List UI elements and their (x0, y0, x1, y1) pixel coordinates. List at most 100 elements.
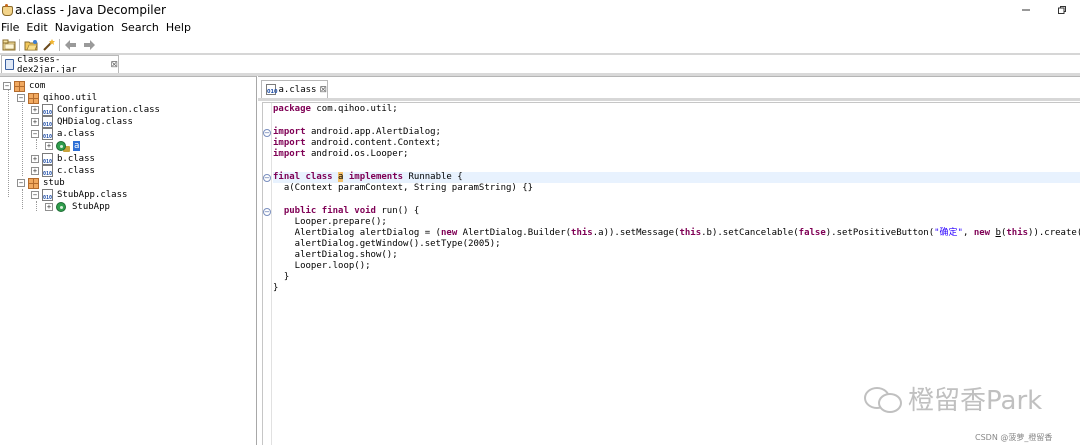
tree-guide-line (22, 101, 23, 176)
csdn-credit: CSDN @菠萝_橙留香 (975, 433, 1053, 442)
collapse-icon[interactable]: − (17, 179, 25, 187)
tab-a-class[interactable]: a.class ⊠ (261, 80, 328, 98)
tree-node-b-class[interactable]: + b.class (31, 153, 95, 165)
fold-icon[interactable]: − (263, 208, 271, 216)
tree-node-label: Configuration.class (57, 105, 160, 115)
code-line: AlertDialog alertDialog = (new AlertDial… (273, 228, 1080, 238)
close-icon[interactable]: ⊠ (110, 60, 118, 70)
toolbar-separator (59, 38, 60, 51)
jar-tab-label: classes-dex2jar.jar (17, 54, 77, 75)
window-controls (1008, 0, 1080, 20)
expand-icon[interactable]: + (31, 106, 39, 114)
wand-button[interactable] (41, 38, 56, 52)
tree-guide-line (8, 89, 9, 197)
tree-node-com[interactable]: − com (3, 80, 45, 92)
fold-icon[interactable]: − (263, 129, 271, 137)
code-line: import android.app.AlertDialog; (273, 127, 441, 137)
editor-tab-divider (258, 98, 1080, 101)
class-icon (56, 141, 66, 151)
fold-icon[interactable]: − (263, 174, 271, 182)
open-file-button[interactable] (1, 38, 16, 52)
class-file-icon (42, 116, 53, 128)
tree-node-label: stub (43, 178, 65, 188)
code-line-class-declaration: final class a implements Runnable { (273, 172, 1080, 183)
menu-file[interactable]: File (0, 20, 19, 35)
tree-node-qhdialog-class[interactable]: + QHDialog.class (31, 116, 133, 128)
tree-node-stub[interactable]: − stub (17, 177, 65, 189)
class-file-icon (42, 128, 53, 140)
wand-icon (42, 38, 55, 51)
tree-node-stubapp[interactable]: + StubApp (45, 201, 110, 213)
tree-node-c-class[interactable]: + c.class (31, 165, 95, 177)
tree-node-label: QHDialog.class (57, 117, 133, 127)
toolbar (0, 36, 1080, 53)
tree-node-a-class[interactable]: − a.class (31, 128, 95, 140)
menu-edit[interactable]: Edit (25, 20, 47, 35)
collapse-icon[interactable]: − (17, 94, 25, 102)
title-bar: a.class - Java Decompiler (0, 0, 1080, 20)
toolbar-separator (19, 38, 20, 51)
code-text: alertDialog.getWindow().setType(2005); (273, 239, 501, 249)
code-line: } (273, 283, 278, 294)
tree-guide-line (36, 139, 37, 149)
fold-gutter: − − − (263, 103, 272, 445)
code-line: Looper.prepare(); (273, 217, 387, 228)
tree-node-label: a.class (57, 129, 95, 139)
code-line: } (273, 272, 289, 283)
code-text: } (273, 272, 290, 282)
tree-node-qihoo-util[interactable]: − qihoo.util (17, 92, 97, 104)
class-file-icon (42, 104, 53, 116)
restore-button[interactable] (1044, 0, 1080, 20)
collapse-icon[interactable]: − (31, 130, 39, 138)
class-file-icon (42, 189, 53, 201)
code-line: a(Context paramContext, String paramStri… (273, 183, 533, 194)
expand-icon[interactable]: + (31, 155, 39, 163)
code-text: Looper.prepare(); (273, 217, 387, 227)
expand-icon[interactable]: + (45, 142, 53, 150)
menu-bar: File Edit Navigation Search Help (0, 20, 1080, 35)
tree-node-configuration-class[interactable]: + Configuration.class (31, 104, 160, 116)
code-text: alertDialog.show(); (273, 250, 398, 260)
tree-node-label: qihoo.util (43, 93, 98, 103)
code-text: com.qihoo.util; (316, 104, 398, 114)
collapse-icon[interactable]: − (3, 82, 11, 90)
expand-icon[interactable]: + (31, 118, 39, 126)
tree-node-label: StubApp.class (57, 190, 128, 200)
forward-button[interactable] (81, 38, 96, 52)
expand-icon[interactable]: + (31, 167, 39, 175)
tree-node-a[interactable]: + a (45, 140, 81, 152)
menu-search[interactable]: Search (120, 20, 159, 35)
class-file-icon (42, 153, 53, 165)
tree-node-label: com (29, 81, 46, 91)
jar-file-icon (5, 59, 15, 70)
forward-arrow-icon (83, 39, 95, 50)
code-text: a(Context paramContext, String paramStri… (273, 183, 534, 193)
restore-icon (1058, 6, 1066, 14)
watermark: 橙留香Park (862, 378, 1042, 418)
code-text: android.content.Context; (310, 138, 441, 148)
expand-icon[interactable]: + (45, 203, 53, 211)
menu-help[interactable]: Help (165, 20, 191, 35)
code-line: alertDialog.getWindow().setType(2005); (273, 239, 501, 250)
open-folder-button[interactable] (23, 38, 38, 52)
editor-tab-strip: a.class ⊠ (258, 77, 1080, 98)
window-title: a.class - Java Decompiler (15, 3, 166, 17)
open-folder-icon (24, 39, 37, 50)
code-text: Looper.loop(); (273, 261, 371, 271)
back-button[interactable] (63, 38, 78, 52)
menu-navigation[interactable]: Navigation (54, 20, 114, 35)
tab-classes-dex2jar[interactable]: classes-dex2jar.jar ⊠ (1, 54, 119, 75)
tree-node-label: b.class (57, 154, 95, 164)
minimize-button[interactable] (1008, 0, 1044, 20)
class-file-icon (42, 165, 53, 177)
code-text: android.os.Looper; (310, 149, 409, 159)
close-icon[interactable]: ⊠ (319, 85, 327, 95)
collapse-icon[interactable]: − (31, 191, 39, 199)
code-line: import android.content.Context; (273, 138, 441, 148)
java-decompiler-app-icon (1, 4, 13, 16)
class-file-icon (266, 84, 277, 95)
package-tree: − com − qihoo.util + Configuration.class… (0, 76, 257, 445)
tree-node-stubapp-class[interactable]: − StubApp.class (31, 189, 127, 201)
open-file-icon (2, 39, 15, 50)
tree-node-label: c.class (57, 166, 95, 176)
